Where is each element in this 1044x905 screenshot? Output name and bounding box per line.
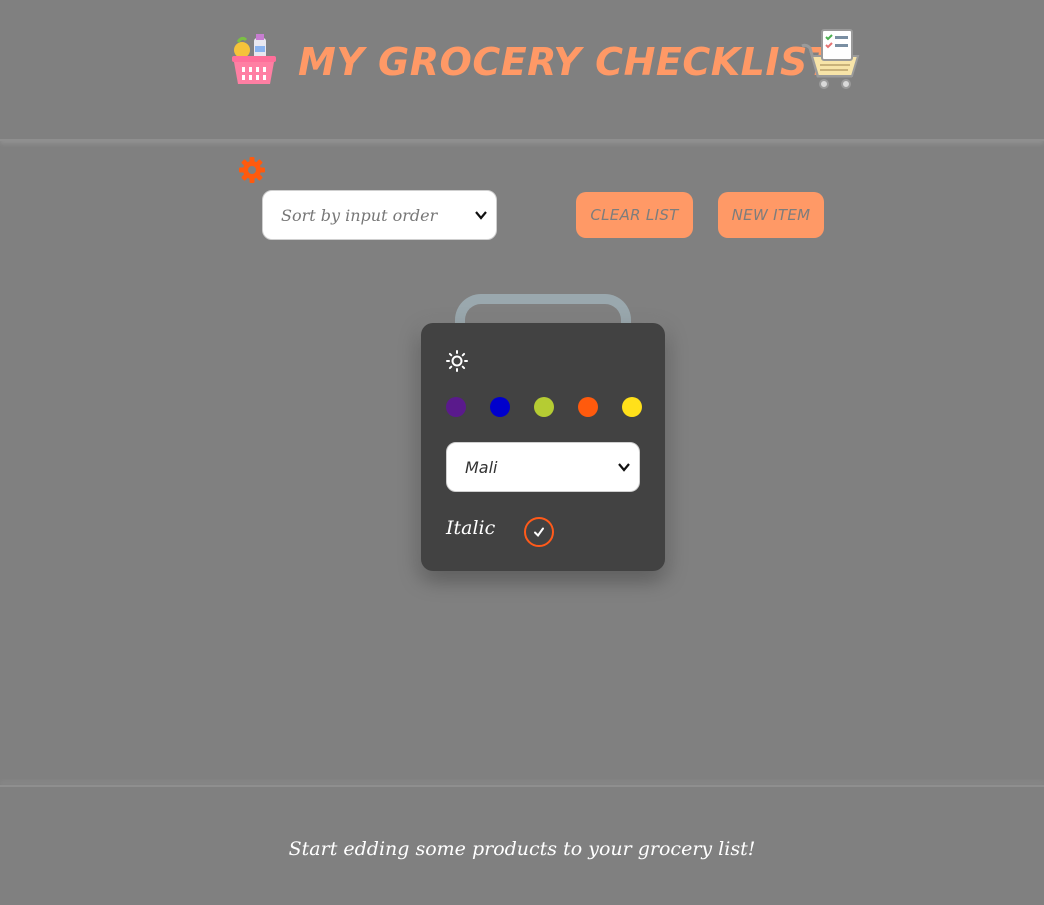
sun-icon[interactable] [446,350,468,372]
header: MY GROCERY CHECKLIST [0,0,1044,141]
sort-select-value: Sort by input order [281,205,438,225]
color-swatch-purple[interactable] [446,397,466,417]
color-swatch-yellow[interactable] [622,397,642,417]
chevron-down-icon [618,463,630,472]
footer-divider [0,785,1044,787]
gear-icon[interactable] [238,156,266,184]
font-select-value: Mali [465,457,498,477]
color-swatch-orange[interactable] [578,397,598,417]
checkmark-icon [534,527,544,538]
empty-list-message: Start edding some products to your groce… [288,838,756,860]
settings-panel: Mali Italic [421,323,665,571]
checklist-cart-icon [801,29,860,89]
color-swatch-lime[interactable] [534,397,554,417]
clear-list-button[interactable]: CLEAR LIST [576,192,693,238]
italic-label: Italic [446,517,496,539]
page-title: MY GROCERY CHECKLIST [298,40,835,84]
color-swatches [446,397,666,417]
font-select[interactable]: Mali [446,442,640,492]
color-swatch-blue[interactable] [490,397,510,417]
title-bar: MY GROCERY CHECKLIST [228,26,868,96]
italic-checkbox[interactable] [524,517,554,547]
new-item-button[interactable]: NEW ITEM [718,192,824,238]
chevron-down-icon [475,211,487,220]
sort-select[interactable]: Sort by input order [262,190,497,240]
grocery-basket-icon [232,34,276,84]
